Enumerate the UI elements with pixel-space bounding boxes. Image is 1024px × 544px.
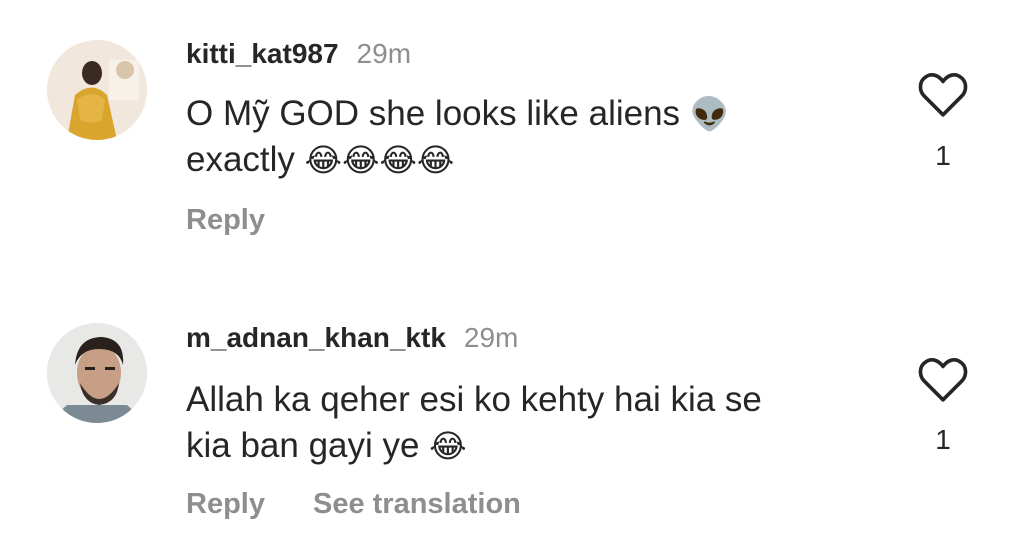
avatar-man-icon	[47, 323, 147, 423]
see-translation-button[interactable]: See translation	[313, 488, 521, 521]
laughing-emoji: 😂😂😂😂	[304, 141, 455, 179]
comment-text: Allah ka qeher esi ko kehty hai kia se k…	[186, 377, 826, 469]
like-button[interactable]	[918, 72, 968, 118]
username[interactable]: m_adnan_khan_ktk	[186, 322, 446, 354]
user-avatar[interactable]	[47, 40, 147, 140]
alien-emoji: 👽	[689, 95, 730, 133]
comment-actions: Reply See translation	[186, 488, 521, 521]
like-button[interactable]	[918, 357, 968, 403]
timestamp: 29m	[463, 322, 519, 353]
comment-text-line: kia ban gayi ye	[186, 426, 420, 465]
like-count: 1	[935, 140, 951, 171]
heart-outline-icon	[918, 358, 968, 402]
comment-text: O Mỹ GOD she looks like aliens 👽 exactly…	[186, 91, 826, 183]
comment-text-line: Allah ka qeher esi ko kehty hai kia se	[186, 380, 762, 419]
comment-header: m_adnan_khan_ktk 29m	[186, 322, 518, 354]
user-avatar[interactable]	[47, 323, 147, 423]
reply-button[interactable]: Reply	[186, 204, 265, 237]
comment-text-line: O Mỹ GOD she looks like aliens	[186, 94, 681, 133]
heart-outline-icon	[918, 73, 968, 117]
comment-text-line: exactly	[186, 140, 295, 179]
comment-actions: Reply	[186, 204, 265, 237]
laughing-emoji: 😂	[429, 427, 467, 465]
comment-header: kitti_kat987 29m	[186, 38, 411, 70]
username[interactable]: kitti_kat987	[186, 38, 339, 70]
timestamp: 29m	[356, 38, 412, 69]
avatar-woman-icon	[47, 40, 147, 140]
reply-button[interactable]: Reply	[186, 488, 265, 521]
like-count: 1	[935, 424, 951, 455]
